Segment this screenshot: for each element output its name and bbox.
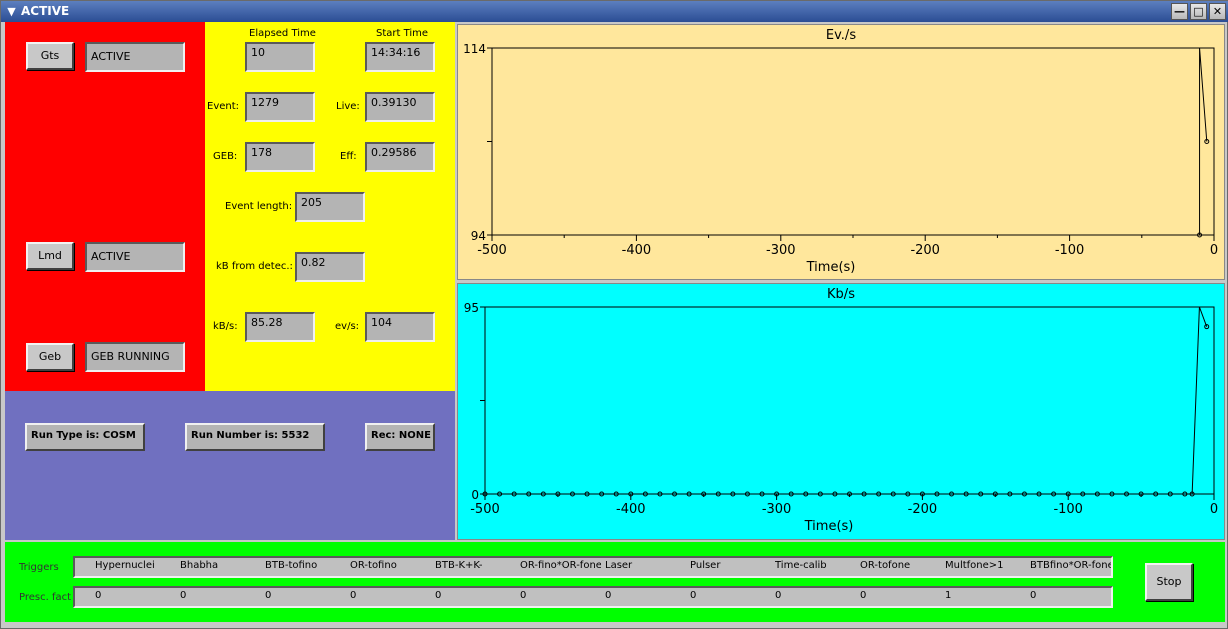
rec-box: Rec: NONE xyxy=(365,423,435,451)
x-tick-label: 0 xyxy=(1210,502,1218,517)
prescale-factor[interactable]: 0 xyxy=(690,590,696,601)
geb-status-field: GEB RUNNING xyxy=(85,342,185,372)
event-length-label: Event length: xyxy=(225,201,293,212)
run-number-box: Run Number is: 5532 xyxy=(185,423,325,451)
events-per-second-chart: Ev./s -500 -400 -300 -200 -100 0 114 94 Time(s) xyxy=(457,24,1225,280)
trigger-name: Laser xyxy=(605,560,633,571)
close-icon[interactable]: ✕ xyxy=(1209,3,1226,20)
trigger-name: BTB-tofino xyxy=(265,560,318,571)
x-tick-label: -500 xyxy=(470,502,500,517)
window-menu-icon[interactable]: ▼ xyxy=(4,4,19,19)
trigger-name: Hypernuclei xyxy=(95,560,155,571)
kb-detec-label: kB from detec.: xyxy=(216,261,293,272)
presc-fact-label: Presc. fact xyxy=(19,592,72,603)
x-tick-label: -100 xyxy=(1053,502,1083,517)
kbs-field: 85.28 xyxy=(245,312,315,342)
prescale-factor[interactable]: 0 xyxy=(775,590,781,601)
title-bar[interactable]: ▼ ACTIVE — □ ✕ xyxy=(1,1,1228,22)
trigger-name: Multfone>1 xyxy=(945,560,1004,571)
prescale-factor[interactable]: 0 xyxy=(1030,590,1036,601)
prescale-factor[interactable]: 0 xyxy=(860,590,866,601)
y-tick-label: 114 xyxy=(463,42,486,56)
trigger-name: Pulser xyxy=(690,560,721,571)
prescale-factor[interactable]: 0 xyxy=(435,590,441,601)
x-tick-label: 0 xyxy=(1210,243,1218,258)
y-tick-label: 0 xyxy=(471,488,479,502)
lmd-status-field: ACTIVE xyxy=(85,242,185,272)
prescale-factor[interactable]: 0 xyxy=(605,590,611,601)
gts-button[interactable]: Gts xyxy=(26,42,74,70)
triggers-label: Triggers xyxy=(19,562,59,573)
run-info-panel: Run Type is: COSM Run Number is: 5532 Re… xyxy=(5,391,455,540)
x-tick-label: -200 xyxy=(910,243,940,258)
start-field: 14:34:16 xyxy=(365,42,435,72)
stats-panel: Elapsed Time Start Time 10 14:34:16 Even… xyxy=(205,22,455,391)
x-tick-label: -400 xyxy=(616,502,646,517)
plot-frame xyxy=(491,47,1215,236)
geb-field: 178 xyxy=(245,142,315,172)
trigger-name: Time-calib xyxy=(775,560,827,571)
x-axis-title: Time(s) xyxy=(804,519,854,534)
x-tick-label: -300 xyxy=(762,502,792,517)
trigger-panel: Triggers Presc. fact Hypernuclei Bhabha BT… xyxy=(5,542,1225,622)
evs-field: 104 xyxy=(365,312,435,342)
trigger-names-row: Hypernuclei Bhabha BTB-tofino OR-tofino BTB-… xyxy=(73,556,1113,578)
geb-label: GEB: xyxy=(213,151,238,162)
window-title: ACTIVE xyxy=(21,4,70,18)
elapsed-label: Elapsed Time xyxy=(249,28,316,39)
prescale-factor[interactable]: 1 xyxy=(945,590,951,601)
trigger-name: Bhabha xyxy=(180,560,219,571)
start-label: Start Time xyxy=(376,28,429,39)
x-tick-label: -300 xyxy=(766,243,796,258)
run-type-box: Run Type is: COSM xyxy=(25,423,145,451)
prescale-factor[interactable]: 0 xyxy=(350,590,356,601)
y-tick-label: 95 xyxy=(464,301,479,315)
eff-label: Eff: xyxy=(340,151,357,162)
trigger-name: OR-tofone xyxy=(860,560,911,571)
prescale-factors-row: 0 0 0 0 0 0 0 0 0 0 1 0 xyxy=(73,586,1113,608)
data-line xyxy=(485,306,1208,495)
chart-plot: -500 -400 -300 -200 -100 0 114 94 xyxy=(463,42,1218,258)
data-line xyxy=(1199,47,1208,235)
eff-field: 0.29586 xyxy=(365,142,435,172)
status-panel: Gts ACTIVE Lmd ACTIVE Geb GEB RUNNING xyxy=(5,22,205,391)
y-tick-label: 94 xyxy=(471,229,486,243)
live-label: Live: xyxy=(336,101,360,112)
event-label: Event: xyxy=(207,101,240,112)
gts-status-field: ACTIVE xyxy=(85,42,185,72)
minimize-icon[interactable]: — xyxy=(1171,3,1188,20)
lmd-button[interactable]: Lmd xyxy=(26,242,74,270)
x-tick-label: -400 xyxy=(622,243,652,258)
x-tick-label: -500 xyxy=(477,243,507,258)
x-tick-label: -100 xyxy=(1055,243,1085,258)
x-tick-label: -200 xyxy=(908,502,938,517)
stop-button[interactable]: Stop xyxy=(1145,563,1193,601)
maximize-icon[interactable]: □ xyxy=(1190,3,1207,20)
trigger-name: OR-tofino xyxy=(350,560,397,571)
main-window: ▼ ACTIVE — □ ✕ Gts ACTIVE Lmd ACTIVE Geb… xyxy=(0,0,1228,629)
event-length-field: 205 xyxy=(295,192,365,222)
trigger-name: BTBfino*OR-fone xyxy=(1030,560,1111,571)
geb-button[interactable]: Geb xyxy=(26,343,74,371)
evs-label: ev/s: xyxy=(335,321,360,332)
chart-plot: -500 -400 -300 -200 -100 0 95 0 xyxy=(464,301,1218,517)
prescale-factor[interactable]: 0 xyxy=(265,590,271,601)
prescale-factor[interactable]: 0 xyxy=(520,590,526,601)
trigger-name: BTB-K+K- xyxy=(435,560,483,571)
kb-detec-field: 0.82 xyxy=(295,252,365,282)
x-axis-title: Time(s) xyxy=(806,260,856,275)
kb-per-second-chart: Kb/s -500 -400 -300 -200 -100 0 95 0 Time(s) xyxy=(457,283,1225,540)
event-field: 1279 xyxy=(245,92,315,122)
prescale-factor[interactable]: 0 xyxy=(180,590,186,601)
plot-frame xyxy=(484,306,1215,495)
trigger-name: OR-fino*OR-fone xyxy=(520,560,601,571)
kbs-label: kB/s: xyxy=(213,321,238,332)
elapsed-field: 10 xyxy=(245,42,315,72)
prescale-factor[interactable]: 0 xyxy=(95,590,101,601)
live-field: 0.39130 xyxy=(365,92,435,122)
